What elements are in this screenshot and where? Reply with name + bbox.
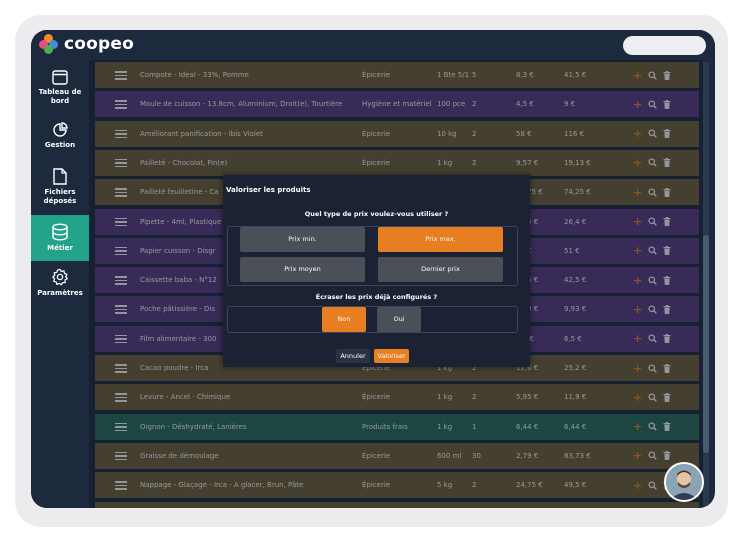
scrollbar-thumb[interactable]: [703, 235, 709, 453]
sidebar-item-label: Tableau de bord: [38, 88, 82, 105]
sidebar-item-label: Paramètres: [37, 289, 83, 297]
sidebar-item-label: Gestion: [44, 141, 76, 149]
pie-chart-icon: [53, 122, 68, 137]
sidebar-item-fichiers-deposes[interactable]: Fichiers déposés: [31, 168, 89, 208]
sidebar: Tableau de bord Gestion Fichiers déposés…: [31, 60, 89, 508]
top-bar: coopeo: [31, 30, 715, 60]
logo[interactable]: coopeo: [39, 34, 134, 54]
valoriser-button[interactable]: Valoriser: [374, 349, 409, 363]
database-icon: [52, 223, 68, 241]
window-icon: [52, 70, 68, 85]
option-dernier-prix[interactable]: Dernier prix: [378, 257, 503, 282]
sidebar-item-metier[interactable]: Métier: [31, 215, 89, 261]
sidebar-item-gestion[interactable]: Gestion: [31, 122, 89, 152]
modal-title: Valoriser les produits: [226, 186, 311, 194]
sidebar-item-parametres[interactable]: Paramètres: [31, 268, 89, 302]
app-screen: coopeo Tableau de bord Gestion Fichiers …: [31, 30, 715, 508]
option-prix-min[interactable]: Prix min.: [240, 227, 365, 252]
option-oui[interactable]: Oui: [377, 307, 421, 332]
avatar[interactable]: [664, 462, 704, 502]
sidebar-item-label: Métier: [47, 244, 73, 252]
option-prix-max[interactable]: Prix max.: [378, 227, 503, 252]
cancel-button[interactable]: Annuler: [336, 349, 370, 363]
search-pill[interactable]: [623, 36, 706, 55]
sidebar-item-tableau-de-bord[interactable]: Tableau de bord: [31, 70, 89, 106]
valoriser-modal: Valoriser les produits Quel type de prix…: [223, 175, 530, 367]
user-photo-icon: [666, 464, 702, 500]
option-prix-moyen[interactable]: Prix moyen: [240, 257, 365, 282]
overwrite-group: [227, 306, 518, 333]
file-icon: [53, 168, 67, 185]
overwrite-question: Écraser les prix déjà configurés ?: [315, 293, 438, 301]
gear-icon: [52, 268, 68, 286]
option-non[interactable]: Non: [322, 307, 366, 332]
sidebar-item-label: Fichiers déposés: [43, 188, 77, 205]
logo-mark-icon: [39, 34, 59, 54]
logo-text: coopeo: [64, 34, 135, 54]
price-type-question: Quel type de prix voulez-vous utiliser ?: [304, 210, 449, 218]
